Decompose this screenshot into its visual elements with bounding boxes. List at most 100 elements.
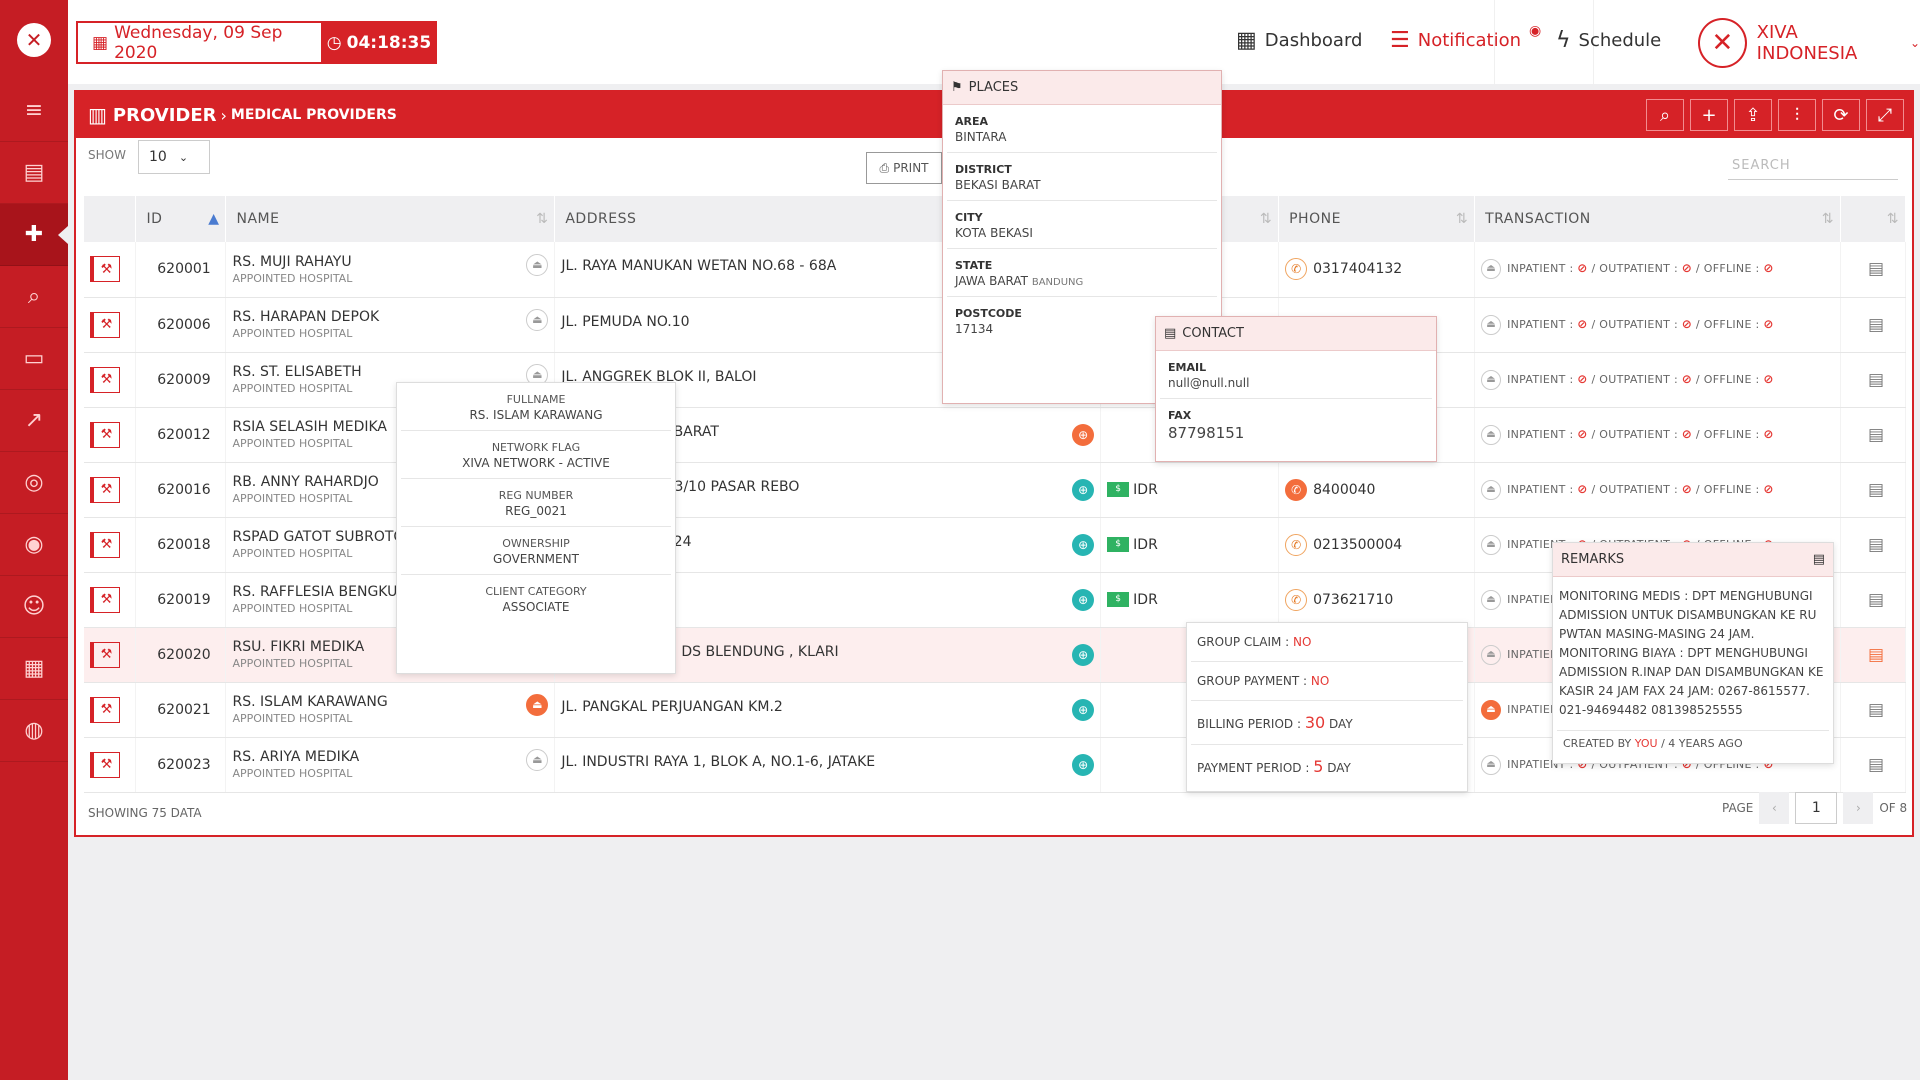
filter-button[interactable]: ⫶ xyxy=(1778,99,1816,131)
email-value: null@null.null xyxy=(1168,376,1250,390)
provider-name[interactable]: RS. MUJI RAHAYU xyxy=(232,254,554,270)
pagination: PAGE ‹ 1 › OF 8 xyxy=(1722,792,1907,824)
comment-icon[interactable]: ▤ xyxy=(1840,407,1907,463)
table-row[interactable]: ⚒ 620016 ⏏RB. ANNY RAHARDJOAPPOINTED HOS… xyxy=(84,462,1907,518)
col-id-label: ID xyxy=(146,211,163,227)
eject-icon[interactable]: ⏏ xyxy=(1481,699,1502,720)
nav-schedule[interactable]: ϟ Schedule xyxy=(1556,28,1661,53)
user-icon[interactable]: ☺ xyxy=(0,576,68,638)
eject-icon[interactable]: ⏏ xyxy=(1481,259,1502,280)
edit-wrench-icon[interactable]: ⚒ xyxy=(90,641,120,668)
search-input[interactable]: SEARCH xyxy=(1728,144,1898,180)
print-button[interactable]: ⎙ PRINT xyxy=(866,152,942,184)
globe-icon[interactable]: ⊕ xyxy=(1072,698,1095,721)
add-button[interactable]: + xyxy=(1690,99,1728,131)
places-city: CITY KOTA BEKASI xyxy=(947,201,1217,249)
external-link-icon[interactable]: ↗ xyxy=(0,390,68,452)
compass-icon[interactable]: ◉ xyxy=(0,514,68,576)
group-claim: GROUP CLAIM : NO xyxy=(1191,623,1463,662)
comment-icon[interactable]: ▤ xyxy=(1840,517,1907,573)
edit-wrench-icon[interactable]: ⚒ xyxy=(90,751,120,778)
comment-icon[interactable]: ▤ xyxy=(1840,572,1907,628)
eject-icon[interactable]: ⏏ xyxy=(526,253,549,276)
phone-value: 0317404132 xyxy=(1313,261,1403,278)
globe-icon[interactable]: ⊕ xyxy=(1072,423,1095,446)
menu-toggle-icon[interactable]: ≡ xyxy=(0,80,68,142)
outpatient-label: OUTPATIENT : xyxy=(1599,317,1678,331)
created-by-user[interactable]: YOU xyxy=(1635,737,1658,750)
refresh-button[interactable]: ⟳ xyxy=(1822,99,1860,131)
remarks-popover: REMARKS ▤ MONITORING MEDIS : DPT MENGHUBU… xyxy=(1552,542,1834,764)
phone-icon[interactable]: ✆ xyxy=(1285,533,1308,556)
col-address-label: ADDRESS xyxy=(565,211,637,227)
next-page-button[interactable]: › xyxy=(1843,792,1874,824)
globe-icon[interactable]: ⊕ xyxy=(1072,643,1095,666)
phone-icon[interactable]: ✆ xyxy=(1285,478,1308,501)
comment-icon[interactable]: ▤ xyxy=(1840,682,1907,738)
table-row[interactable]: ⚒ 620012 ⏏RSIA SELASIH MEDIKAAPPOINTED H… xyxy=(84,407,1907,463)
show-select[interactable]: 10 ⌄ xyxy=(138,140,210,174)
edit-wrench-icon[interactable]: ⚒ xyxy=(90,256,120,283)
provider-name[interactable]: RS. HARAPAN DEPOK xyxy=(232,309,554,325)
eject-icon[interactable]: ⏏ xyxy=(1481,534,1502,555)
col-id[interactable]: ID ▲ xyxy=(135,196,227,242)
comment-icon[interactable]: ▤ xyxy=(1840,737,1907,793)
edit-wrench-icon[interactable]: ⚒ xyxy=(90,476,120,503)
monitor-icon[interactable]: ▭ xyxy=(0,328,68,390)
eject-icon[interactable]: ⏏ xyxy=(1481,424,1502,445)
ambulance-icon[interactable]: ✚ xyxy=(0,204,68,266)
edit-wrench-icon[interactable]: ⚒ xyxy=(90,531,120,558)
globe-icon[interactable]: ⊕ xyxy=(1072,588,1095,611)
globe-icon[interactable]: ⊕ xyxy=(1072,478,1095,501)
provider-name[interactable]: RS. ST. ELISABETH xyxy=(232,364,554,380)
search-icon[interactable]: ⌕ xyxy=(0,266,68,328)
edit-wrench-icon[interactable]: ⚒ xyxy=(90,311,120,338)
separator: / xyxy=(1695,317,1700,331)
phone-icon[interactable]: ✆ xyxy=(1285,258,1308,281)
globe-icon[interactable]: ⊕ xyxy=(1072,533,1095,556)
eject-icon[interactable]: ⏏ xyxy=(1481,479,1502,500)
comment-icon[interactable]: ▤ xyxy=(1840,352,1907,408)
user-circle-icon[interactable]: ◍ xyxy=(0,700,68,762)
nav-dashboard[interactable]: ▦ Dashboard xyxy=(1236,28,1362,53)
eject-icon[interactable]: ⏏ xyxy=(1481,314,1502,335)
comment-icon[interactable]: ▤ xyxy=(1840,242,1907,298)
fullscreen-button[interactable]: ⤢ xyxy=(1866,99,1904,131)
edit-wrench-icon[interactable]: ⚒ xyxy=(90,586,120,613)
col-transaction[interactable]: TRANSACTION ⇅ xyxy=(1474,196,1841,242)
note-icon[interactable]: ▦ xyxy=(0,638,68,700)
provider-name[interactable]: RS. ISLAM KARAWANG xyxy=(232,694,554,710)
comment-icon[interactable]: ▤ xyxy=(1840,462,1907,518)
comment-icon: ▤ xyxy=(1812,552,1825,567)
company-menu[interactable]: ✕ XIVA INDONESIA ⌄ xyxy=(1698,18,1920,68)
search-button[interactable]: ⌕ xyxy=(1646,99,1684,131)
provider-name[interactable]: RS. ARIYA MEDIKA xyxy=(232,749,554,765)
upload-button[interactable]: ⇪ xyxy=(1734,99,1772,131)
eject-icon[interactable]: ⏏ xyxy=(1481,369,1502,390)
row-id: 620018 xyxy=(135,517,227,573)
edit-wrench-icon[interactable]: ⚒ xyxy=(90,696,120,723)
places-title: PLACES xyxy=(968,80,1019,95)
edit-wrench-icon[interactable]: ⚒ xyxy=(90,421,120,448)
comment-icon[interactable]: ▤ xyxy=(1840,627,1907,683)
billing-period-label: BILLING PERIOD : xyxy=(1197,717,1302,731)
row-name-cell: ⏏ RS. MUJI RAHAYU APPOINTED HOSPITAL xyxy=(225,242,556,298)
phone-icon[interactable]: ✆ xyxy=(1285,588,1308,611)
page-input[interactable]: 1 xyxy=(1795,792,1838,824)
col-phone[interactable]: PHONE ⇅ xyxy=(1278,196,1476,242)
sidebar: ✕ ≡ ▤ ✚ ⌕ ▭ ↗ ◎ ◉ ☺ ▦ ◍ xyxy=(0,0,68,1080)
edit-wrench-icon[interactable]: ⚒ xyxy=(90,366,120,393)
time-display: ◷ 04:18:35 xyxy=(321,21,437,64)
col-name[interactable]: NAME ⇅ xyxy=(225,196,556,242)
comment-icon[interactable]: ▤ xyxy=(1840,297,1907,353)
created-by-time: / 4 YEARS AGO xyxy=(1661,737,1743,750)
eject-icon[interactable]: ⏏ xyxy=(1481,589,1502,610)
nav-notification[interactable]: ☰ Notification ◉ xyxy=(1390,23,1541,54)
document-icon[interactable]: ▤ xyxy=(0,142,68,204)
eject-icon[interactable]: ⏏ xyxy=(1481,754,1502,775)
globe-icon[interactable]: ⊕ xyxy=(1072,753,1095,776)
search-circle-icon[interactable]: ◎ xyxy=(0,452,68,514)
prev-page-button[interactable]: ‹ xyxy=(1759,792,1790,824)
eject-icon[interactable]: ⏏ xyxy=(1481,644,1502,665)
app-logo[interactable]: ✕ xyxy=(0,0,68,80)
